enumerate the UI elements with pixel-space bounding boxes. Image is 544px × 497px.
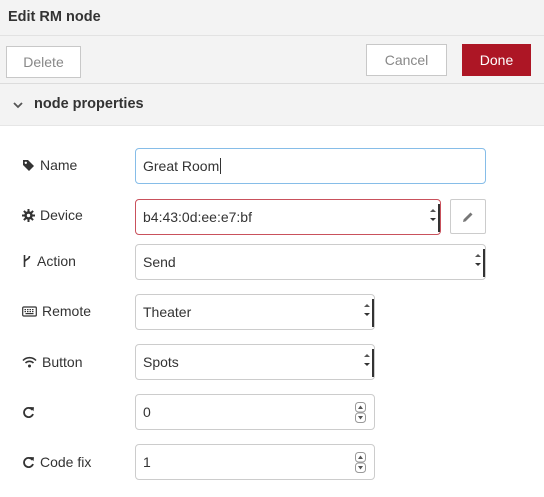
name-label-text: Name xyxy=(40,157,78,173)
wifi-icon xyxy=(22,356,37,368)
codefix-spinner[interactable]: 1 xyxy=(135,444,375,480)
button-label-text: Button xyxy=(42,354,83,370)
action-label-text: Action xyxy=(37,253,76,269)
select-edge xyxy=(372,349,374,377)
refresh-icon xyxy=(23,456,34,468)
refresh-icon xyxy=(23,406,34,418)
remote-label-text: Remote xyxy=(42,303,92,319)
action-label: Action xyxy=(22,251,76,271)
keyboard-icon xyxy=(22,305,37,317)
edit-device-button[interactable] xyxy=(450,199,486,234)
dialog-toolbar: Delete Cancel Done xyxy=(0,36,544,84)
device-select-value: b4:43:0d:ee:e7:bf xyxy=(143,209,252,225)
button-label: Button xyxy=(22,352,82,372)
node-properties-section[interactable]: node properties xyxy=(0,84,544,126)
dialog-title: Edit RM node xyxy=(8,9,101,25)
repeat-spinner-value: 0 xyxy=(143,404,151,420)
tag-icon xyxy=(23,159,34,171)
section-label: node properties xyxy=(34,96,144,112)
fork-icon xyxy=(23,255,31,267)
codefix-spinner-value: 1 xyxy=(143,454,151,470)
action-select[interactable]: Send xyxy=(135,244,486,280)
select-arrow-icon xyxy=(364,304,370,316)
remote-select[interactable]: Theater xyxy=(135,294,375,330)
button-select-value: Spots xyxy=(143,354,179,370)
repeat-label xyxy=(22,402,40,422)
name-input[interactable]: Great Room xyxy=(135,148,486,184)
select-edge xyxy=(372,299,374,327)
device-select[interactable]: b4:43:0d:ee:e7:bf xyxy=(135,199,441,235)
chevron-down-icon xyxy=(13,102,23,109)
repeat-spinner[interactable]: 0 xyxy=(135,394,375,430)
device-label: Device xyxy=(22,205,83,225)
delete-button[interactable]: Delete xyxy=(6,46,81,78)
select-edge xyxy=(483,249,485,277)
button-select[interactable]: Spots xyxy=(135,344,375,380)
select-arrow-icon xyxy=(430,209,436,221)
select-edge xyxy=(438,204,440,232)
codefix-label: Code fix xyxy=(22,452,91,472)
name-input-value: Great Room xyxy=(143,158,220,174)
cancel-button[interactable]: Cancel xyxy=(366,44,447,76)
pencil-icon xyxy=(463,212,473,222)
select-arrow-icon xyxy=(364,354,370,366)
codefix-label-text: Code fix xyxy=(40,454,92,470)
name-label: Name xyxy=(22,155,77,175)
select-arrow-icon xyxy=(475,254,481,266)
dialog-header: Edit RM node xyxy=(0,0,544,36)
action-select-value: Send xyxy=(143,254,176,270)
spinner-arrows-icon[interactable] xyxy=(355,402,366,423)
done-button[interactable]: Done xyxy=(462,44,531,76)
device-label-text: Device xyxy=(40,207,83,223)
spinner-arrows-icon[interactable] xyxy=(355,452,366,473)
remote-label: Remote xyxy=(22,301,91,321)
gear-icon xyxy=(22,208,35,222)
remote-select-value: Theater xyxy=(143,304,192,320)
text-caret xyxy=(220,158,222,174)
